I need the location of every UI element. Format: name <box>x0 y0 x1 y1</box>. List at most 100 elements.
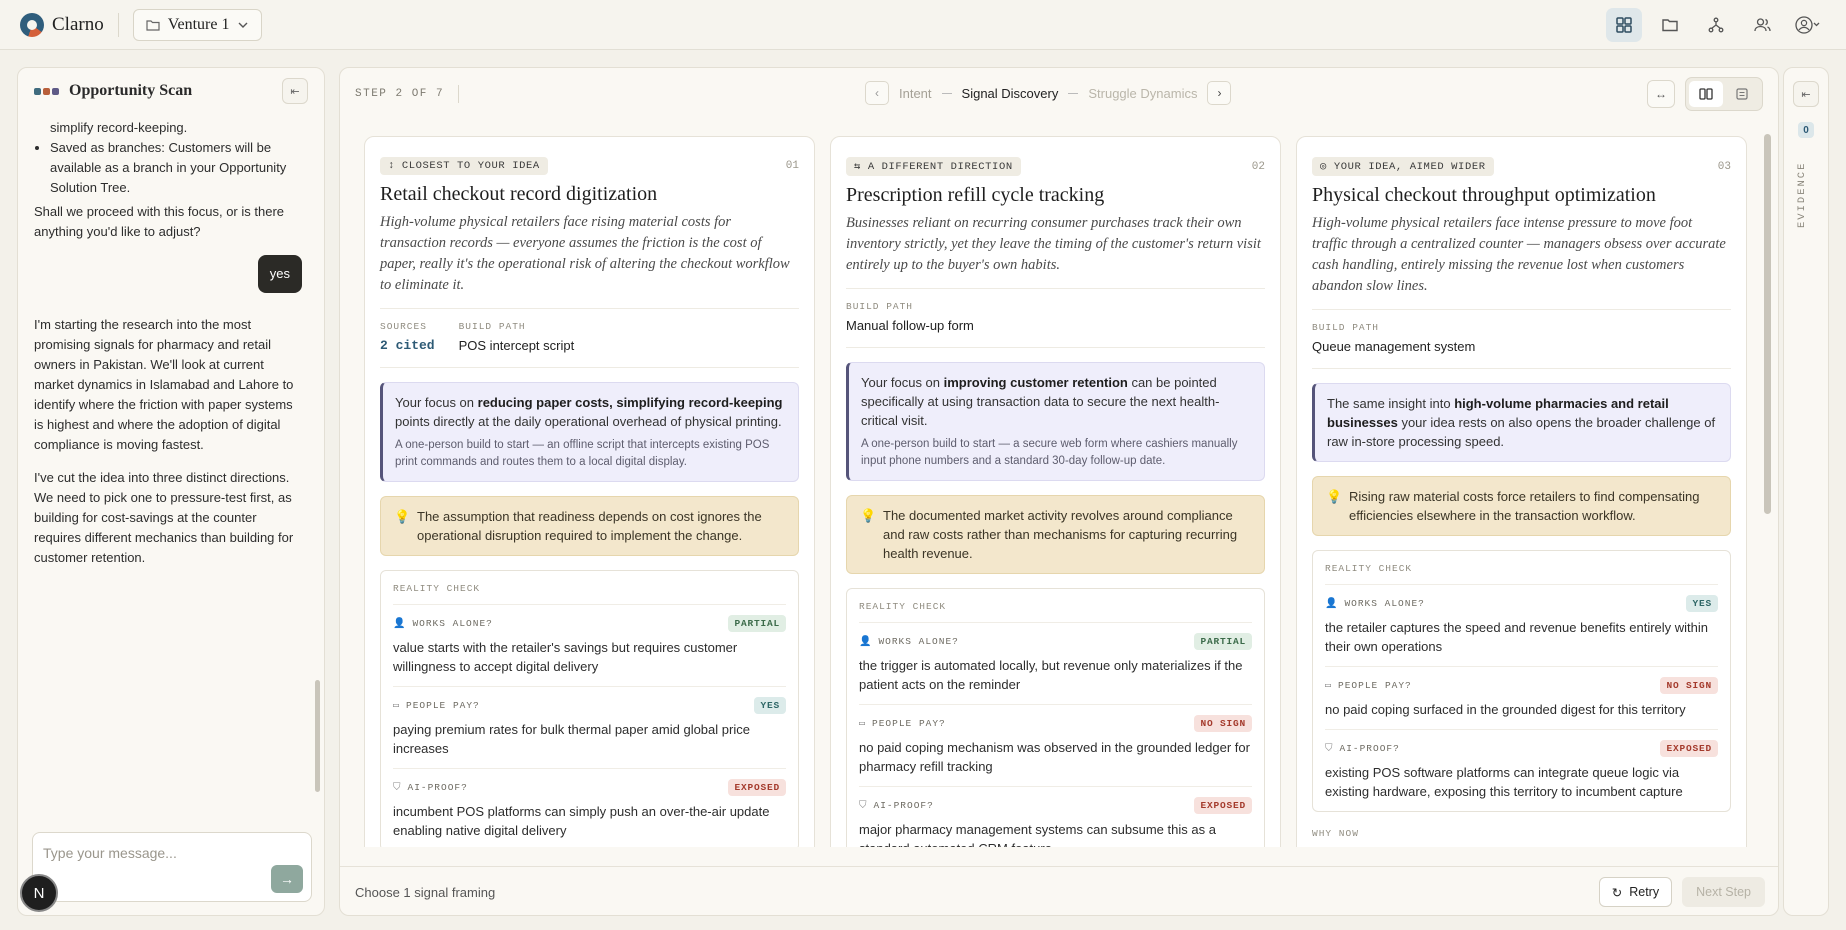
people-pay-text: PEOPLE PAY? <box>872 718 946 729</box>
send-button[interactable]: → <box>271 865 303 893</box>
step-current[interactable]: Signal Discovery <box>962 86 1059 101</box>
retry-label: Retry <box>1629 885 1660 899</box>
reality-check-label: REALITY CHECK <box>859 601 947 612</box>
person-icon: 👤 <box>859 636 873 648</box>
message-placeholder: Type your message... <box>43 845 177 861</box>
works-alone-label: 👤 WORKS ALONE? <box>1325 598 1425 610</box>
next-step-button[interactable]: Next Step <box>1682 877 1765 907</box>
collapse-chat-button[interactable]: ⇤ <box>282 78 308 104</box>
chat-title: Opportunity Scan <box>69 82 193 99</box>
main-header: STEP 2 OF 7 ‹ Intent Signal Discovery St… <box>340 68 1778 120</box>
evidence-label[interactable]: EVIDENCE <box>1796 158 1808 228</box>
next-step-nav-button[interactable]: › <box>1207 81 1232 105</box>
people-pay-text: PEOPLE PAY? <box>406 700 480 711</box>
opportunity-scan-icon <box>34 82 61 100</box>
step-prev[interactable]: Intent <box>899 86 932 101</box>
reality-check: REALITY CHECK 👤 WORKS ALONE? PARTIAL value… <box>380 570 799 847</box>
collapse-left-icon: ⇤ <box>1801 88 1811 101</box>
card-title: Retail checkout record digitization <box>380 183 658 205</box>
people-pay-text: PEOPLE PAY? <box>1338 680 1412 691</box>
status-badge: NO SIGN <box>1194 715 1252 732</box>
people-pay-detail: no paid coping mechanism was observed in… <box>859 740 1250 774</box>
people-pay-detail: paying premium rates for bulk thermal pa… <box>393 722 750 756</box>
message-input[interactable]: Type your message... → <box>32 832 312 902</box>
card-meta: BUILD PATH Manual follow-up form <box>846 288 1265 348</box>
people-pay-label: ▭ PEOPLE PAY? <box>393 700 480 712</box>
app-logo[interactable]: Clarno <box>20 12 104 37</box>
card-title: Prescription refill cycle tracking <box>846 184 1105 206</box>
folder-open-icon[interactable] <box>1652 8 1688 42</box>
works-alone-row: 👤 WORKS ALONE? YES the retailer captures t… <box>1325 584 1718 666</box>
evidence-count-badge: 0 <box>1798 122 1814 138</box>
signal-card-1[interactable]: ↕ CLOSEST TO YOUR IDEA 01 Retail checkou… <box>364 136 815 847</box>
step-indicator: STEP 2 OF 7 <box>355 88 445 100</box>
insight-text: The documented market activity revolves … <box>883 508 1238 561</box>
retry-button[interactable]: ↻ Retry <box>1598 877 1673 907</box>
status-badge: EXPOSED <box>728 779 786 796</box>
focus-text: Your focus on <box>395 395 478 410</box>
step-connector <box>941 92 952 94</box>
card-number: 01 <box>785 160 799 172</box>
ai-proof-label: ⛉ AI-PROOF? <box>393 782 468 794</box>
ai-proof-text: AI-PROOF? <box>407 782 468 793</box>
lightbulb-icon: 💡 <box>1326 489 1343 504</box>
ai-proof-detail: major pharmacy management systems can su… <box>859 822 1216 847</box>
sources-value[interactable]: 2 cited <box>380 338 435 353</box>
focus-text: Your focus on <box>861 375 944 390</box>
shield-icon: ⛉ <box>393 782 402 794</box>
card-meta: BUILD PATH Queue management system <box>1312 309 1731 369</box>
avatar[interactable]: N <box>20 874 58 912</box>
status-badge: EXPOSED <box>1194 797 1252 814</box>
status-badge: NO SIGN <box>1660 677 1718 694</box>
status-badge: EXPOSED <box>1660 740 1718 757</box>
tree-branch-icon[interactable] <box>1698 8 1734 42</box>
dashboard-grid-icon[interactable] <box>1606 7 1642 42</box>
expand-width-button[interactable]: ↔ <box>1647 80 1675 108</box>
shield-icon: ⛉ <box>859 800 868 812</box>
selection-prompt: Choose 1 signal framing <box>355 884 496 900</box>
venture-name: Venture 1 <box>167 15 230 33</box>
venture-selector[interactable]: Venture 1 <box>132 8 263 41</box>
works-alone-row: 👤 WORKS ALONE? PARTIAL the trigger is auto… <box>859 622 1252 704</box>
card-description: Businesses reliant on recurring consumer… <box>846 215 1261 273</box>
person-icon: 👤 <box>393 618 407 630</box>
focus-subtext: A one-person build to start — a secure w… <box>861 438 1238 467</box>
works-alone-label: 👤 WORKS ALONE? <box>393 618 493 630</box>
single-view-icon[interactable] <box>1725 81 1759 107</box>
assistant-list: simplify record-keeping. Saved as branch… <box>34 118 302 198</box>
profile-menu-icon[interactable] <box>1790 8 1826 42</box>
ai-proof-row: ⛉ AI-PROOF? EXPOSED existing POS software … <box>1325 729 1718 811</box>
list-item: Saved as branches: Customers will be ava… <box>50 138 302 198</box>
chat-scrollbar[interactable] <box>315 120 320 860</box>
assistant-message: Shall we proceed with this focus, or is … <box>34 204 285 239</box>
signal-card-2[interactable]: ⇆ A DIFFERENT DIRECTION 02 Prescription … <box>830 136 1281 847</box>
focus-highlight: reducing paper costs, simplifying record… <box>477 395 783 410</box>
chat-messages: simplify record-keeping. Saved as branch… <box>34 118 302 581</box>
chat-panel: Opportunity Scan ⇤ simplify record-keepi… <box>17 67 325 916</box>
users-icon[interactable] <box>1744 8 1780 42</box>
build-path-label: BUILD PATH <box>846 301 914 312</box>
works-alone-label: 👤 WORKS ALONE? <box>859 636 959 648</box>
main-scrollbar[interactable] <box>1764 134 1771 834</box>
app-name: Clarno <box>52 13 104 35</box>
main-panel: STEP 2 OF 7 ‹ Intent Signal Discovery St… <box>339 67 1779 916</box>
target-icon: ↕ <box>388 160 395 172</box>
card-number: 03 <box>1717 160 1731 173</box>
ai-proof-detail: existing POS software platforms can inte… <box>1325 765 1683 799</box>
prev-step-button[interactable]: ‹ <box>865 81 889 105</box>
people-pay-label: ▭ PEOPLE PAY? <box>1325 680 1412 692</box>
main-footer: Choose 1 signal framing ↻ Retry Next Step <box>340 866 1778 915</box>
signal-card-3[interactable]: ◎ YOUR IDEA, AIMED WIDER 03 Physical che… <box>1296 136 1747 847</box>
view-toggle <box>1685 77 1763 111</box>
step-connector <box>1068 92 1079 94</box>
step-next[interactable]: Struggle Dynamics <box>1088 86 1197 101</box>
focus-note: Your focus on reducing paper costs, simp… <box>380 382 799 482</box>
card-description: High-volume physical retailers face inte… <box>1312 215 1726 294</box>
focus-subtext: A one-person build to start — an offline… <box>395 439 770 468</box>
expand-evidence-button[interactable]: ⇤ <box>1793 81 1819 107</box>
evidence-panel: ⇤ 0 EVIDENCE <box>1783 67 1829 916</box>
swap-arrows-icon: ⇆ <box>854 161 861 173</box>
columns-view-icon[interactable] <box>1689 81 1723 107</box>
people-pay-row: ▭ PEOPLE PAY? YES paying premium rates for… <box>393 686 786 768</box>
focus-text: The same insight into <box>1327 396 1455 411</box>
